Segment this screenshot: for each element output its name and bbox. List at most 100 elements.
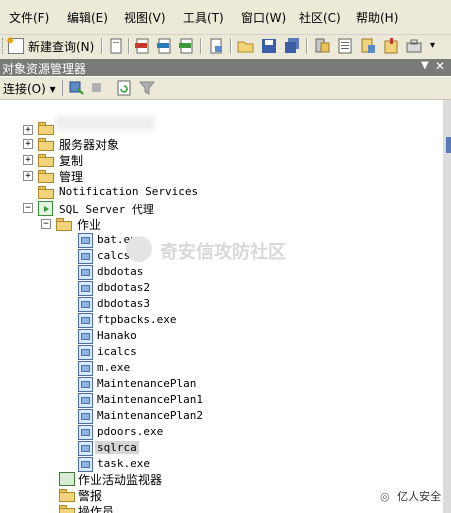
job-item-selected[interactable]: sqlrca bbox=[78, 440, 278, 456]
sql-agent-icon bbox=[38, 201, 53, 216]
panel-title: 对象资源管理器 bbox=[2, 62, 87, 76]
job-label: Hanako bbox=[97, 329, 137, 342]
corner-badge-label: 亿人安全 bbox=[397, 490, 442, 503]
job-item[interactable]: dbdotas2 bbox=[78, 280, 278, 296]
tree-node-replication[interactable]: + 复制 bbox=[23, 152, 223, 168]
object-explorer-icon bbox=[338, 38, 352, 54]
expand-icon[interactable]: + bbox=[23, 155, 33, 165]
template-explorer-button[interactable] bbox=[359, 37, 377, 55]
job-icon bbox=[78, 361, 93, 376]
menu-tools[interactable]: 工具(T) bbox=[183, 9, 224, 26]
tree-node-management[interactable]: + 管理 bbox=[23, 168, 223, 184]
folder-icon bbox=[38, 170, 54, 183]
job-item[interactable]: MaintenancePlan2 bbox=[78, 408, 278, 424]
job-item[interactable]: MaintenancePlan1 bbox=[78, 392, 278, 408]
expand-icon[interactable]: + bbox=[23, 139, 33, 149]
new-query-icon: ✸ bbox=[6, 36, 24, 54]
job-item[interactable]: MaintenancePlan bbox=[78, 376, 278, 392]
properties-icon bbox=[384, 38, 398, 54]
right-panel-tab[interactable] bbox=[446, 137, 451, 153]
standard-toolbar: ✸ 新建查询(N) ▾ bbox=[0, 35, 451, 59]
corner-badge: ◎ 亿人安全 bbox=[380, 488, 441, 504]
menu-help[interactable]: 帮助(H) bbox=[356, 9, 398, 26]
properties-button[interactable] bbox=[382, 37, 400, 55]
job-item[interactable]: ftpbacks.exe bbox=[78, 312, 278, 328]
new-query-label: 新建查询(N) bbox=[28, 40, 95, 54]
registered-servers-button[interactable] bbox=[313, 37, 331, 55]
toolbar-overflow-icon[interactable]: ▾ bbox=[430, 40, 435, 51]
refresh-button[interactable] bbox=[115, 79, 133, 97]
menu-file[interactable]: 文件(F) bbox=[9, 9, 49, 26]
xmla-query-icon bbox=[179, 38, 193, 54]
job-label: dbdotas2 bbox=[97, 281, 150, 294]
toolbox-button[interactable] bbox=[405, 37, 423, 55]
new-file-button[interactable] bbox=[107, 37, 125, 55]
expand-icon[interactable]: + bbox=[23, 125, 33, 135]
job-label: ftpbacks.exe bbox=[97, 313, 177, 326]
panel-close-icon[interactable]: ✕ bbox=[435, 59, 445, 73]
job-icon bbox=[78, 457, 93, 472]
job-label: dbdotas bbox=[97, 265, 144, 278]
sql-ce-query-button[interactable] bbox=[207, 37, 225, 55]
tree-node-notification-services[interactable]: Notification Services bbox=[23, 184, 243, 200]
job-icon bbox=[78, 297, 93, 312]
connect-object-explorer-button[interactable] bbox=[68, 79, 86, 97]
panel-pin-icon[interactable]: ▼ bbox=[421, 60, 429, 71]
tree-node-jobs[interactable]: − 作业 bbox=[41, 216, 241, 232]
folder-icon bbox=[38, 186, 54, 199]
refresh-icon bbox=[117, 80, 131, 96]
folder-icon bbox=[38, 154, 54, 167]
tree-node-server-objects[interactable]: + 服务器对象 bbox=[23, 136, 223, 152]
stop-icon[interactable] bbox=[92, 83, 101, 92]
mdx-query-button[interactable] bbox=[134, 37, 152, 55]
job-item[interactable]: dbdotas bbox=[78, 264, 278, 280]
save-button[interactable] bbox=[260, 37, 278, 55]
job-label: m.exe bbox=[97, 361, 131, 374]
job-label: MaintenancePlan1 bbox=[97, 393, 203, 406]
job-item[interactable]: m.exe bbox=[78, 360, 278, 376]
folder-icon bbox=[59, 505, 75, 513]
node-label: 管理 bbox=[59, 170, 84, 184]
job-activity-monitor-icon bbox=[59, 472, 75, 486]
job-label: dbdotas3 bbox=[97, 297, 150, 310]
open-file-button[interactable] bbox=[237, 37, 255, 55]
toolbar-separator bbox=[200, 38, 202, 54]
tree-node-alerts[interactable]: 警报 bbox=[59, 487, 259, 503]
collapse-icon[interactable]: − bbox=[41, 219, 51, 229]
connect-button[interactable]: 连接(O) ▾ bbox=[3, 80, 56, 97]
job-item[interactable]: pdoors.exe bbox=[78, 424, 278, 440]
menu-edit[interactable]: 编辑(E) bbox=[67, 9, 108, 26]
collapse-icon[interactable]: − bbox=[23, 203, 33, 213]
xmla-query-button[interactable] bbox=[178, 37, 196, 55]
toolbar-separator bbox=[128, 38, 130, 54]
menu-window[interactable]: 窗口(W) bbox=[241, 9, 286, 26]
job-item[interactable]: Hanako bbox=[78, 328, 278, 344]
job-item[interactable]: icalcs bbox=[78, 344, 278, 360]
menu-view[interactable]: 视图(V) bbox=[124, 9, 166, 26]
filter-button[interactable] bbox=[138, 79, 156, 97]
tree-node-job-activity-monitor[interactable]: 作业活动监视器 bbox=[59, 471, 259, 487]
wechat-icon: ◎ bbox=[380, 490, 390, 503]
save-all-icon bbox=[285, 38, 299, 53]
node-label: 作业活动监视器 bbox=[78, 473, 163, 487]
job-item[interactable]: dbdotas3 bbox=[78, 296, 278, 312]
tree-node-operators[interactable]: 操作员 bbox=[59, 503, 259, 513]
object-explorer-button[interactable] bbox=[336, 37, 354, 55]
job-icon bbox=[78, 345, 93, 360]
save-all-button[interactable] bbox=[283, 37, 301, 55]
menu-community[interactable]: 社区(C) bbox=[299, 9, 341, 26]
job-icon bbox=[78, 393, 93, 408]
registered-servers-icon bbox=[315, 38, 330, 53]
job-icon bbox=[78, 313, 93, 328]
job-label: task.exe bbox=[97, 457, 150, 470]
job-icon bbox=[78, 425, 93, 440]
filter-icon bbox=[138, 81, 156, 95]
tree-node-sql-agent[interactable]: − SQL Server 代理 bbox=[23, 200, 243, 216]
connect-icon bbox=[69, 81, 84, 95]
node-label: Notification Services bbox=[59, 185, 199, 198]
job-label: MaintenancePlan2 bbox=[97, 409, 203, 422]
expand-icon[interactable]: + bbox=[23, 171, 33, 181]
node-label: 警报 bbox=[78, 489, 103, 503]
dmx-query-button[interactable] bbox=[156, 37, 174, 55]
job-item[interactable]: task.exe bbox=[78, 456, 278, 472]
